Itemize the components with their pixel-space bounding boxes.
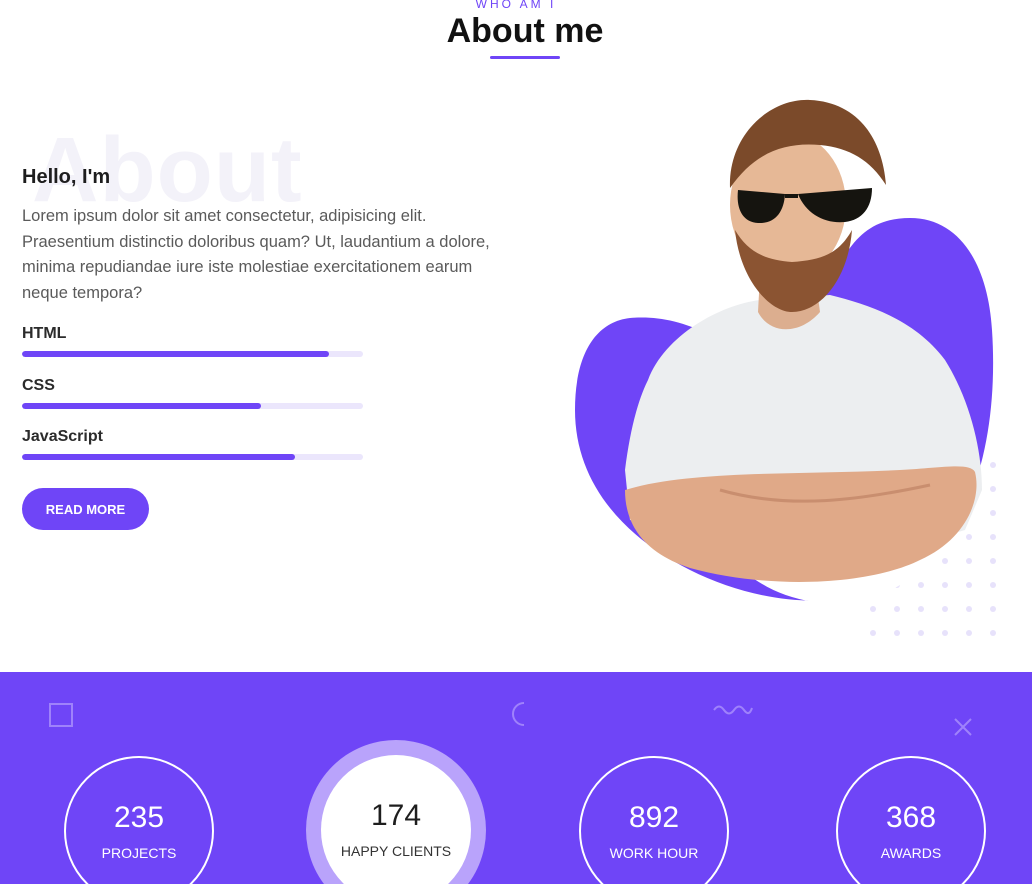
stat-label: PROJECTS xyxy=(101,845,177,861)
square-outline-icon xyxy=(49,703,73,727)
skill-progress-track xyxy=(22,351,363,357)
skill-progress-fill xyxy=(22,403,261,409)
skill-label: JavaScript xyxy=(22,428,103,445)
stat-value: 174 xyxy=(370,799,422,832)
crescent-icon xyxy=(512,702,525,726)
intro-paragraph: Lorem ipsum dolor sit amet consectetur, … xyxy=(22,207,490,302)
skill-html: HTML xyxy=(22,325,363,357)
stat-projects: 235 PROJECTS xyxy=(64,756,214,884)
skill-progress-fill xyxy=(22,454,295,460)
skill-progress-track xyxy=(22,454,363,460)
stat-label: AWARDS xyxy=(880,845,942,861)
skill-progress-track xyxy=(22,403,363,409)
stat-work-hour: 892 WORK HOUR xyxy=(579,756,729,884)
greeting-heading: Hello, I'm xyxy=(22,166,111,188)
wave-icon xyxy=(713,705,753,715)
skill-progress-fill xyxy=(22,351,329,357)
cross-icon xyxy=(954,718,972,736)
section-title: About me xyxy=(446,12,604,50)
title-underline xyxy=(490,56,560,59)
stat-value: 235 xyxy=(113,801,165,834)
skill-javascript: JavaScript xyxy=(22,428,363,460)
profile-illustration xyxy=(575,99,994,603)
skill-label: HTML xyxy=(22,325,67,342)
section-eyebrow: WHO AM I xyxy=(475,0,557,11)
stat-value: 892 xyxy=(628,801,680,834)
stat-awards: 368 AWARDS xyxy=(836,756,986,884)
skill-label: CSS xyxy=(22,377,55,394)
skill-css: CSS xyxy=(22,377,363,409)
stats-section: 235 PROJECTS 174 HAPPY CLIENTS 892 WORK … xyxy=(0,672,1032,884)
profile-hero xyxy=(570,90,1032,660)
read-more-button[interactable]: READ MORE xyxy=(22,488,149,530)
stat-label: WORK HOUR xyxy=(609,845,699,861)
stat-label: HAPPY CLIENTS xyxy=(340,843,452,859)
stat-value: 368 xyxy=(885,801,937,834)
